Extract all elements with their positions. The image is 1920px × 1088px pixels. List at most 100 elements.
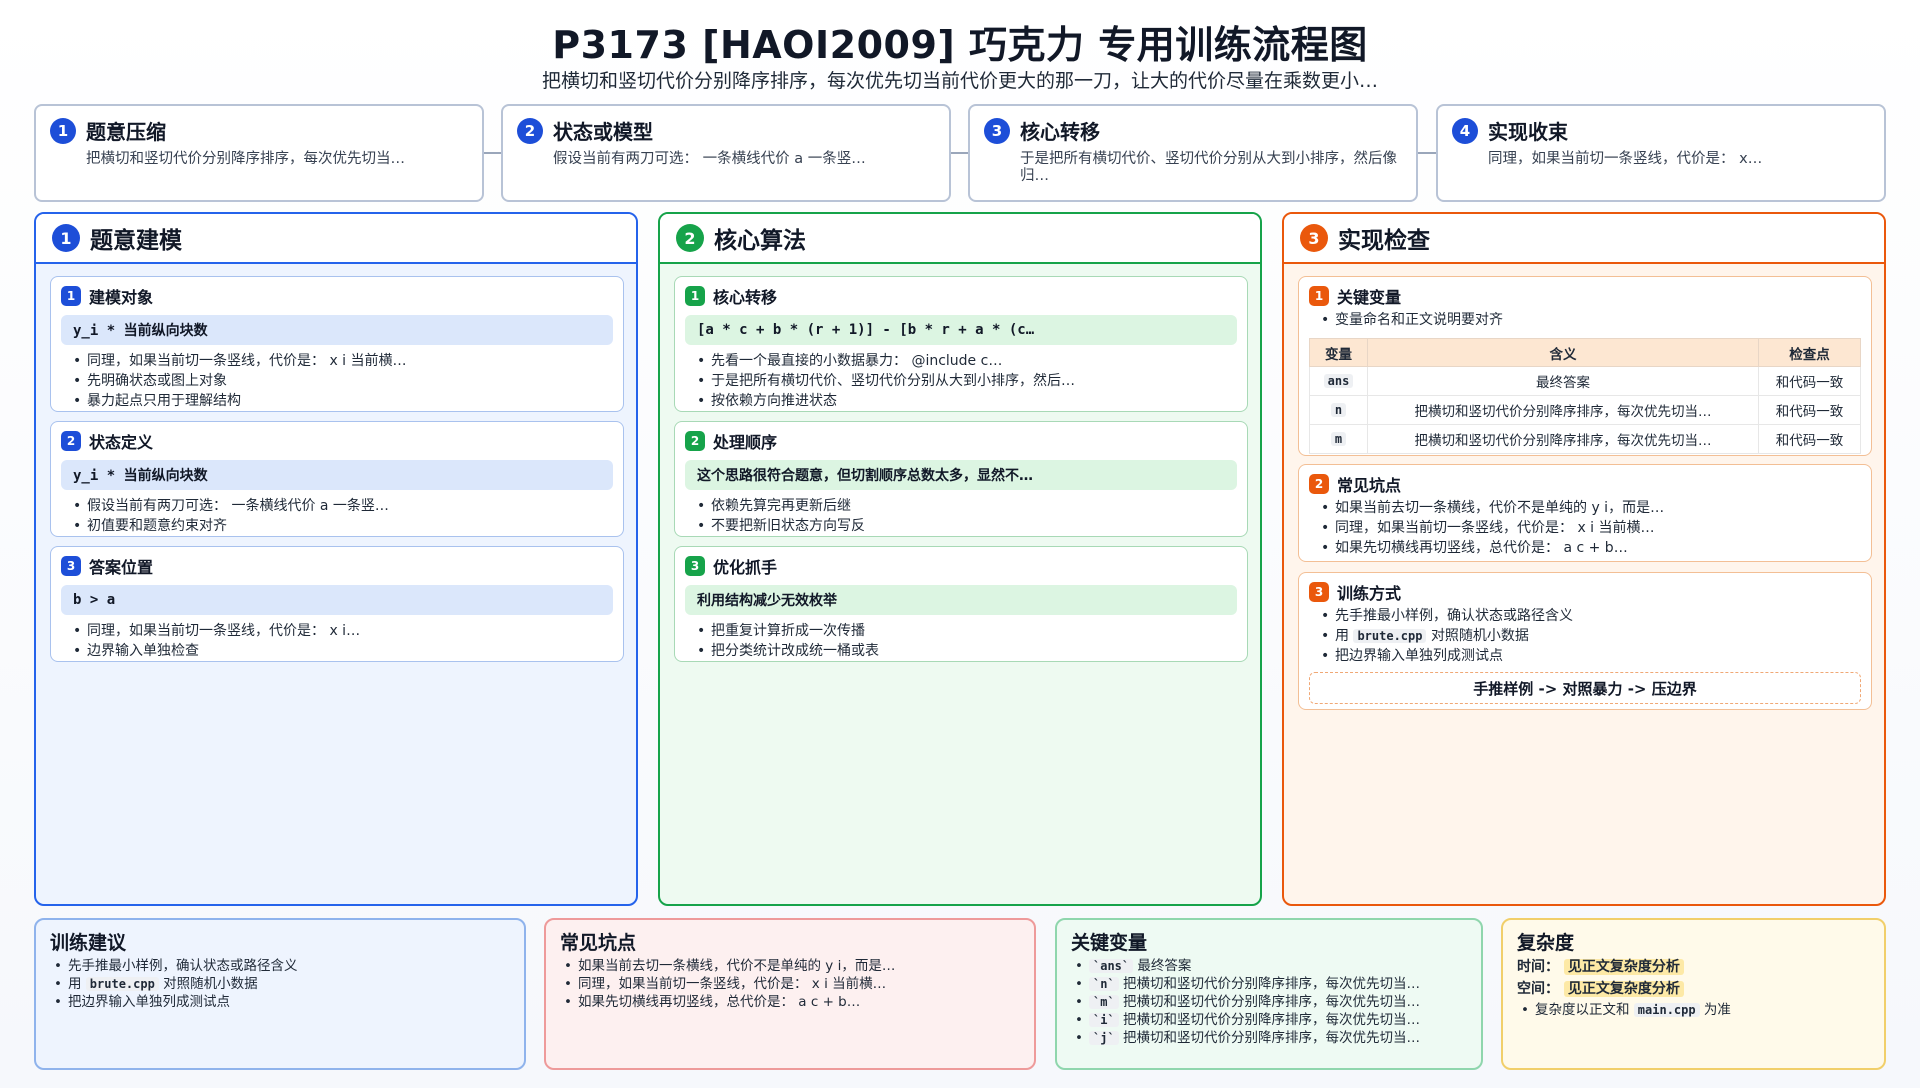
step-2: 2 状态或模型 假设当前有两刀可选： 一条横线代价 a 一条竖… [501,104,951,202]
list-item: 同理，如果当前切一条竖线，代价是： x i 当前横… [73,351,613,371]
variable-code: ans [1323,374,1354,388]
list-item: 于是把所有横切代价、竖切代价分别从大到小排序，然后… [697,371,1237,391]
list-item: `ans` 最终答案 [1075,957,1467,975]
list-item: 同理，如果当前切一条竖线，代价是： x i 当前横… [1321,518,1861,538]
table-header: 变量 [1309,338,1368,367]
table-cell: 最终答案 [1367,366,1759,396]
card-answer-position: 3 答案位置 b > a 同理，如果当前切一条竖线，代价是： x i… 边界输入单… [50,546,624,662]
card-number-badge: 1 [685,286,705,306]
list-item: 同理，如果当前切一条竖线，代价是： x i… [73,621,613,641]
step-3: 3 核心转移 于是把所有横切代价、竖切代价分别从大到小排序，然后像归… [968,104,1418,202]
code-bar: [a * c + b * (r + 1)] - [b * r + a * (c… [685,315,1237,345]
column-title: 实现检查 [1338,228,1430,254]
list-item: 不要把新旧状态方向写反 [697,516,1237,536]
table-row: n 把横切和竖切代价分别降序排序，每次优先切当… 和代码一致 [1309,395,1861,425]
inline-code: main.cpp [1633,1003,1700,1017]
algorithm-column: 2 核心算法 1 核心转移 [a * c + b * (r + 1)] - [b … [658,212,1262,906]
list-item: `j` 把横切和竖切代价分别降序排序，每次优先切当… [1075,1029,1467,1047]
step-4: 4 实现收束 同理，如果当前切一条竖线，代价是： x… [1436,104,1886,202]
list-item: 如果先切横线再切竖线，总代价是： a c + b… [1321,538,1861,558]
card-processing-order: 2 处理顺序 这个思路很符合题意，但切割顺序总数太多，显然不… 依赖先算完再更新后… [674,421,1248,537]
training-advice-panel: 训练建议 先手推最小样例，确认状态或路径含义 用 brute.cpp 对照随机小… [34,918,526,1070]
list-item: 同理，如果当前切一条竖线，代价是： x i 当前横… [564,975,1020,993]
card-title: 核心转移 [713,288,778,307]
card-title: 答案位置 [89,558,154,577]
step-1: 1 题意压缩 把横切和竖切代价分别降序排序，每次优先切当… [34,104,484,202]
card-number-badge: 2 [61,431,81,451]
card-core-transition: 1 核心转移 [a * c + b * (r + 1)] - [b * r + a… [674,276,1248,412]
key-variables-panel: 关键变量 `ans` 最终答案 `n` 把横切和竖切代价分别降序排序，每次优先切… [1055,918,1483,1070]
list-item: 复杂度以正文和 main.cpp 为准 [1521,1001,1870,1019]
list-item: 依赖先算完再更新后继 [697,496,1237,516]
step-number-badge: 2 [517,117,543,144]
column-title: 题意建模 [90,228,182,254]
list-item: 先手推最小样例，确认状态或路径含义 [1321,606,1861,626]
flow-steps: 1 题意压缩 把横切和竖切代价分别降序排序，每次优先切当… 2 状态或模型 假设当前… [34,104,1886,202]
step-description: 假设当前有两刀可选： 一条横线代价 a 一条竖… [553,151,866,167]
page-title: P3173 [HAOI2009] 巧克力 专用训练流程图 [552,23,1368,67]
variable-code: n [1330,403,1347,417]
time-complexity: 时间： 见正文复杂度分析 [1517,957,1870,977]
card-number-badge: 3 [685,556,705,576]
card-title: 关键变量 [1337,288,1402,307]
complexity-panel: 复杂度 时间： 见正文复杂度分析 空间： 见正文复杂度分析 复杂度以正文和 ma… [1501,918,1886,1070]
card-title: 训练方式 [1337,584,1402,603]
pitfalls-panel: 常见坑点 如果当前去切一条横线，代价不是单纯的 y i，而是… 同理，如果当前切… [544,918,1036,1070]
step-title: 状态或模型 [553,120,653,144]
list-item: 如果当前去切一条横线，代价不是单纯的 y i，而是… [1321,498,1861,518]
step-title: 题意压缩 [86,120,166,144]
table-header: 检查点 [1758,338,1861,367]
card-title: 建模对象 [89,288,154,307]
column-header: 3 实现检查 [1284,214,1884,264]
list-item: 先明确状态或图上对象 [73,371,613,391]
panel-title: 训练建议 [50,932,127,954]
list-item: 用 brute.cpp 对照随机小数据 [1321,626,1861,646]
list-item: `m` 把横切和竖切代价分别降序排序，每次优先切当… [1075,993,1467,1011]
table-header: 含义 [1367,338,1759,367]
list-item: 变量命名和正文说明要对齐 [1321,310,1861,330]
card-state-definition: 2 状态定义 y_i * 当前纵向块数 假设当前有两刀可选： 一条横线代价 a 一… [50,421,624,537]
list-item: 假设当前有两刀可选： 一条横线代价 a 一条竖… [73,496,613,516]
card-modeling-object: 1 建模对象 y_i * 当前纵向块数 同理，如果当前切一条竖线，代价是： x i… [50,276,624,412]
table-cell: 和代码一致 [1758,366,1861,396]
highlight-bar: 这个思路很符合题意，但切割顺序总数太多，显然不… [685,460,1237,490]
code-bar: y_i * 当前纵向块数 [61,315,613,345]
column-number-badge: 2 [676,224,704,252]
table-cell: 和代码一致 [1758,424,1861,454]
table-cell: 把横切和竖切代价分别降序排序，每次优先切当… [1367,395,1759,425]
column-number-badge: 3 [1300,224,1328,252]
card-training-method: 3 训练方式 先手推最小样例，确认状态或路径含义 用 brute.cpp 对照随机… [1298,572,1872,710]
list-item: 把分类统计改成统一桶或表 [697,641,1237,661]
inline-code: `m` [1089,995,1119,1009]
card-key-variables: 1 关键变量 变量命名和正文说明要对齐 变量 含义 检查点 ans 最终答案 和代… [1298,276,1872,456]
list-item: 初值要和题意约束对齐 [73,516,613,536]
step-description: 同理，如果当前切一条竖线，代价是： x… [1488,151,1763,167]
table-cell: 把横切和竖切代价分别降序排序，每次优先切当… [1367,424,1759,454]
card-pitfalls: 2 常见坑点 如果当前去切一条横线，代价不是单纯的 y i，而是… 同理，如果当前… [1298,464,1872,562]
list-item: 用 brute.cpp 对照随机小数据 [54,975,510,993]
card-number-badge: 3 [61,556,81,576]
table-row: ans 最终答案 和代码一致 [1309,366,1861,396]
card-number-badge: 1 [61,286,81,306]
modeling-column: 1 题意建模 1 建模对象 y_i * 当前纵向块数 同理，如果当前切一条竖线，代… [34,212,638,906]
list-item: 边界输入单独检查 [73,641,613,661]
column-number-badge: 1 [52,224,80,252]
list-item: 如果当前去切一条横线，代价不是单纯的 y i，而是… [564,957,1020,975]
space-complexity: 空间： 见正文复杂度分析 [1517,979,1870,999]
step-title: 实现收束 [1488,120,1568,144]
card-number-badge: 1 [1309,286,1329,306]
card-number-badge: 2 [1309,474,1329,494]
card-title: 处理顺序 [713,433,778,452]
step-description: 于是把所有横切代价、竖切代价分别从大到小排序，然后像归… [1020,151,1397,184]
card-title: 状态定义 [89,433,154,452]
panel-title: 关键变量 [1071,932,1148,954]
list-item: 先手推最小样例，确认状态或路径含义 [54,957,510,975]
panel-title: 常见坑点 [560,932,637,954]
list-item: `i` 把横切和竖切代价分别降序排序，每次优先切当… [1075,1011,1467,1029]
highlight-bar: 利用结构减少无效枚举 [685,585,1237,615]
inline-code: `n` [1089,977,1119,991]
list-item: 如果先切横线再切竖线，总代价是： a c + b… [564,993,1020,1011]
variable-code: m [1330,432,1347,446]
panel-title: 复杂度 [1517,932,1575,954]
card-title: 常见坑点 [1337,476,1402,495]
